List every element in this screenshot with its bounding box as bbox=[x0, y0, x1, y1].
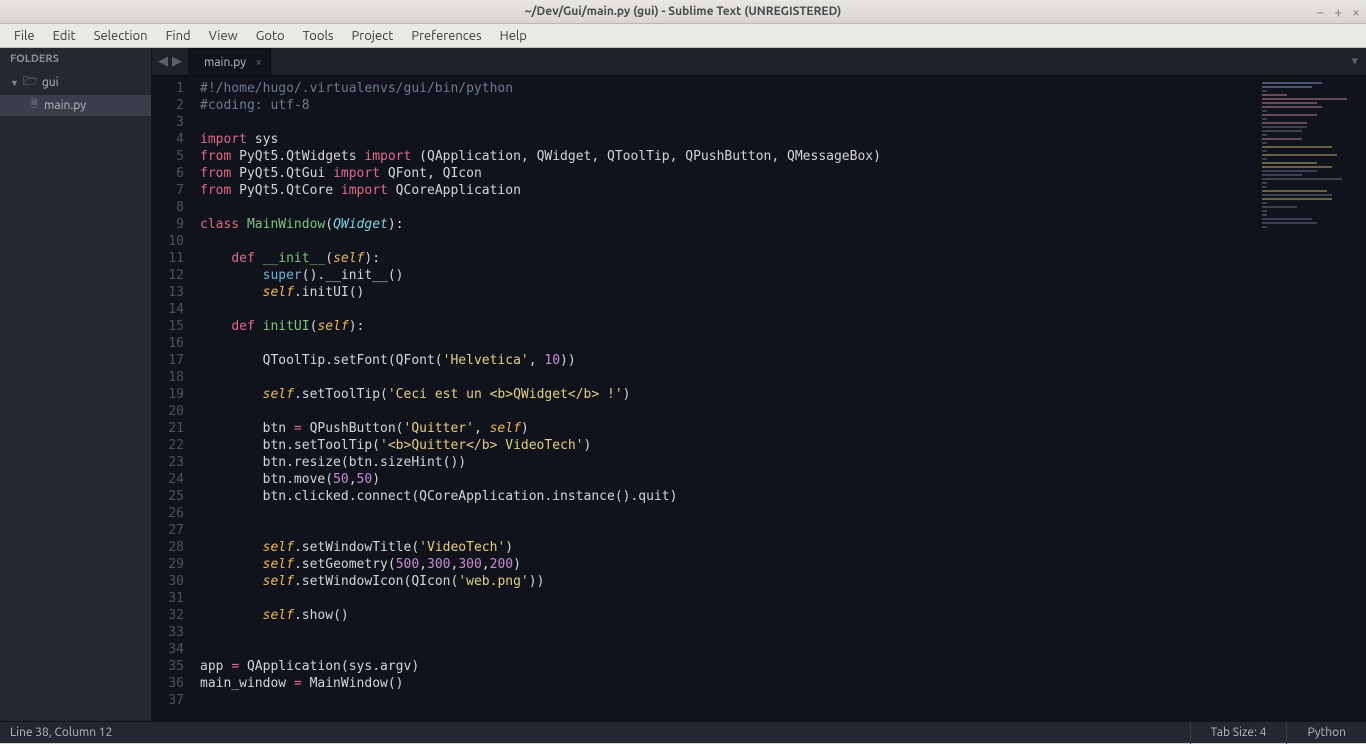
tab-nav-arrows: ◀ ▶ bbox=[152, 48, 188, 75]
menu-goto[interactable]: Goto bbox=[248, 26, 293, 46]
minimap[interactable] bbox=[1256, 76, 1366, 206]
tab-main-py[interactable]: main.py × bbox=[188, 48, 271, 75]
menu-project[interactable]: Project bbox=[344, 26, 402, 46]
folder-label: gui bbox=[42, 76, 59, 89]
statusbar: Line 38, Column 12 Tab Size: 4 Python bbox=[0, 721, 1366, 743]
tab-nav-right-icon[interactable]: ▶ bbox=[172, 54, 182, 69]
editor-area: ◀ ▶ main.py × ▾ 123456789101112131415161… bbox=[152, 48, 1366, 721]
folder-icon: 🗁 bbox=[23, 72, 38, 93]
titlebar: ~/Dev/Gui/main.py (gui) - Sublime Text (… bbox=[0, 0, 1366, 24]
tab-row: ◀ ▶ main.py × ▾ bbox=[152, 48, 1366, 76]
status-tab-size[interactable]: Tab Size: 4 bbox=[1190, 722, 1287, 744]
menu-preferences[interactable]: Preferences bbox=[403, 26, 489, 46]
menubar: FileEditSelectionFindViewGotoToolsProjec… bbox=[0, 24, 1366, 48]
menu-find[interactable]: Find bbox=[158, 26, 199, 46]
status-position[interactable]: Line 38, Column 12 bbox=[0, 726, 112, 739]
minimize-button[interactable]: − bbox=[1316, 4, 1324, 20]
tab-label: main.py bbox=[204, 56, 246, 69]
tab-menu-button[interactable]: ▾ bbox=[1343, 48, 1366, 75]
code[interactable]: #!/home/hugo/.virtualenvs/gui/bin/python… bbox=[194, 76, 1366, 721]
code-container[interactable]: 1234567891011121314151617181920212223242… bbox=[152, 76, 1366, 721]
disclosure-icon: ▼ bbox=[10, 78, 19, 88]
gutter: 1234567891011121314151617181920212223242… bbox=[152, 76, 194, 721]
window-title: ~/Dev/Gui/main.py (gui) - Sublime Text (… bbox=[525, 5, 841, 18]
workspace: FOLDERS ▼ 🗁 gui 🗎 main.py ◀ ▶ main.py × … bbox=[0, 48, 1366, 721]
file-label: main.py bbox=[44, 99, 86, 112]
maximize-button[interactable]: + bbox=[1334, 4, 1342, 20]
window-controls: − + × bbox=[1316, 4, 1360, 20]
sidebar-header: FOLDERS bbox=[0, 48, 151, 70]
menu-help[interactable]: Help bbox=[492, 26, 535, 46]
menu-tools[interactable]: Tools bbox=[295, 26, 342, 46]
menu-selection[interactable]: Selection bbox=[86, 26, 156, 46]
file-row-main-py[interactable]: 🗎 main.py bbox=[0, 95, 151, 116]
file-icon: 🗎 bbox=[30, 97, 38, 114]
sidebar: FOLDERS ▼ 🗁 gui 🗎 main.py bbox=[0, 48, 152, 721]
tab-nav-left-icon[interactable]: ◀ bbox=[158, 54, 168, 69]
tab-close-icon[interactable]: × bbox=[255, 56, 262, 69]
menu-file[interactable]: File bbox=[6, 26, 43, 46]
menu-edit[interactable]: Edit bbox=[45, 26, 84, 46]
close-button[interactable]: × bbox=[1352, 4, 1360, 20]
folder-row-gui[interactable]: ▼ 🗁 gui bbox=[0, 70, 151, 95]
status-syntax[interactable]: Python bbox=[1286, 722, 1366, 744]
menu-view[interactable]: View bbox=[201, 26, 246, 46]
